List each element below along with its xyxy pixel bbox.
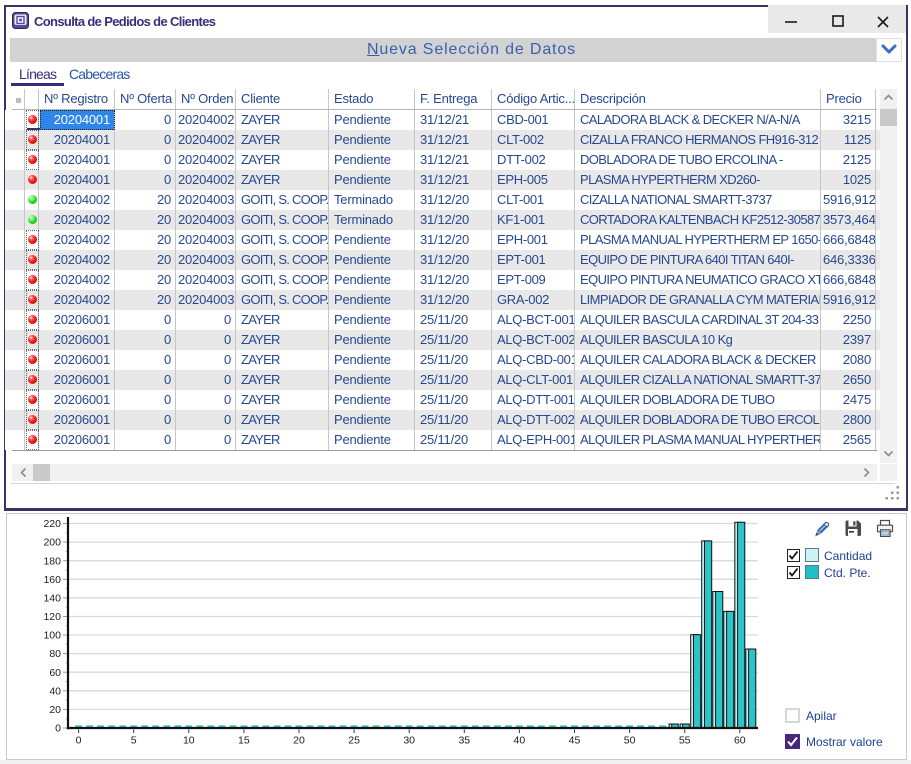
svg-text:200: 200 [43,537,61,549]
svg-text:40: 40 [49,685,61,697]
svg-text:15: 15 [238,735,250,747]
svg-text:140: 140 [43,593,61,605]
svg-text:0: 0 [76,735,82,747]
svg-text:220: 220 [43,518,61,530]
svg-text:60: 60 [49,667,61,679]
svg-text:35: 35 [458,735,470,747]
svg-text:10: 10 [183,735,195,747]
svg-text:25: 25 [348,735,360,747]
svg-text:180: 180 [43,555,61,567]
svg-text:80: 80 [49,648,61,660]
svg-text:20: 20 [293,735,305,747]
svg-text:160: 160 [43,574,61,586]
svg-text:60: 60 [734,735,746,747]
svg-text:20: 20 [49,704,61,716]
svg-text:45: 45 [569,735,581,747]
svg-text:100: 100 [43,630,61,642]
svg-text:30: 30 [403,735,415,747]
svg-text:120: 120 [43,611,61,623]
svg-text:0: 0 [55,723,61,735]
svg-text:5: 5 [131,735,137,747]
svg-text:50: 50 [624,735,636,747]
svg-text:55: 55 [679,735,691,747]
svg-text:40: 40 [514,735,526,747]
